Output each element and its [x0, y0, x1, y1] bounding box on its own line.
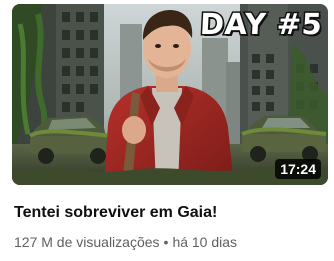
thumbnail-overlay-text: DAY #5 [197, 6, 324, 43]
duration-badge: 17:24 [275, 159, 321, 179]
video-title[interactable]: Tentei sobreviver em Gaia! [14, 204, 217, 222]
video-card[interactable]: DAY #5 17:24 Tentei sobreviver em Gaia! … [0, 0, 334, 261]
video-metadata: 127 M de visualizações • há 10 dias [14, 234, 237, 250]
video-thumbnail[interactable]: DAY #5 17:24 [12, 4, 328, 185]
view-count: 127 M de visualizações [14, 234, 160, 250]
upload-age: há 10 dias [172, 234, 238, 250]
meta-separator: • [163, 234, 169, 250]
